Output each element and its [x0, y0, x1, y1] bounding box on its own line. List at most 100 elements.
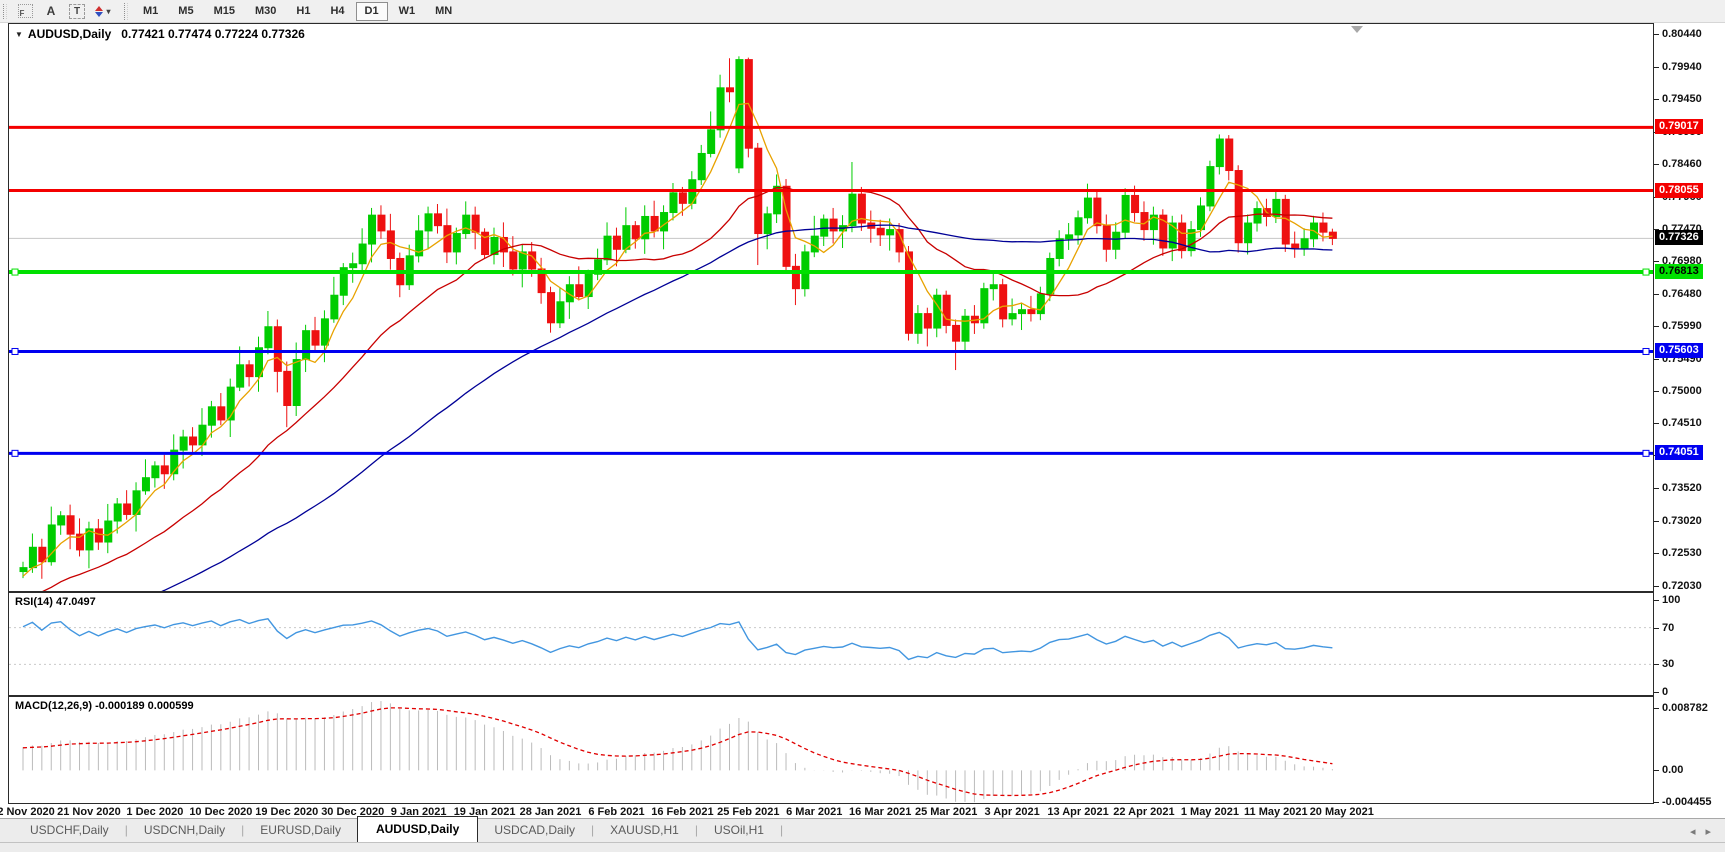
- timeframe-button-m30[interactable]: M30: [246, 2, 285, 21]
- rsi-tick-label: 70: [1662, 621, 1674, 635]
- price-tick-label: 0.78460: [1662, 157, 1702, 171]
- timeframe-button-m1[interactable]: M1: [134, 2, 167, 21]
- axis-tick: [1654, 294, 1659, 295]
- axis-tick: [1654, 391, 1659, 392]
- rsi-tick-label: 30: [1662, 657, 1674, 671]
- date-label: 6 Mar 2021: [786, 806, 842, 818]
- text-label-icon: A: [47, 4, 56, 18]
- price-chart-canvas[interactable]: [9, 24, 1653, 591]
- price-tick-label: 0.79450: [1662, 92, 1702, 106]
- timeframe-button-group: M1M5M15M30H1H4D1W1MN: [133, 2, 462, 21]
- macd-indicator-panel[interactable]: MACD(12,26,9) -0.000189 0.000599: [8, 696, 1654, 804]
- level-price-badge: 0.76813: [1655, 264, 1703, 279]
- axis-tick: [1654, 326, 1659, 327]
- timeframe-button-h1[interactable]: H1: [287, 2, 319, 21]
- chart-grid-button[interactable]: F: [13, 2, 37, 21]
- rsi-indicator-panel[interactable]: RSI(14) 47.0497: [8, 592, 1654, 696]
- timeframe-button-mn[interactable]: MN: [426, 2, 461, 21]
- text-box-button[interactable]: T: [65, 2, 89, 21]
- date-label: 28 Jan 2021: [520, 806, 582, 818]
- price-tick-label: 0.79940: [1662, 60, 1702, 74]
- axis-tick: [1654, 521, 1659, 522]
- date-label: 12 Nov 2020: [0, 806, 55, 818]
- tab-xauusd-h1[interactable]: XAUUSD,H1: [594, 819, 695, 842]
- axis-tick: [1654, 261, 1659, 262]
- level-price-badge: 0.79017: [1655, 119, 1703, 134]
- status-bar: [0, 842, 1725, 852]
- chart-tabs: USDCHF,Daily|USDCNH,Daily|EURUSD,DailyAU…: [14, 818, 783, 842]
- level-price-badge: 0.78055: [1655, 183, 1703, 198]
- arrow-styles-button[interactable]: ▾: [91, 2, 115, 21]
- arrow-styles-icon: [95, 6, 103, 17]
- axis-tick: [1654, 600, 1659, 601]
- rsi-chart-canvas[interactable]: [9, 593, 1653, 695]
- date-label: 10 Dec 2020: [189, 806, 252, 818]
- macd-tick-label: 0.00: [1662, 763, 1683, 777]
- date-label: 21 Nov 2020: [57, 806, 121, 818]
- axis-tick: [1654, 708, 1659, 709]
- current-price-badge: 0.77326: [1655, 230, 1703, 245]
- timeframe-toolbar-grip[interactable]: [124, 3, 128, 20]
- timeframe-button-w1[interactable]: W1: [390, 2, 425, 21]
- tab-scroll-right-icon[interactable]: ▸: [1705, 825, 1711, 838]
- price-tick-label: 0.75990: [1662, 319, 1702, 333]
- axis-tick: [1654, 67, 1659, 68]
- tab-eurusd-daily[interactable]: EURUSD,Daily: [244, 819, 357, 842]
- tab-usdchf-daily[interactable]: USDCHF,Daily: [14, 819, 125, 842]
- timeframe-button-m15[interactable]: M15: [205, 2, 244, 21]
- tab-separator: |: [780, 823, 783, 842]
- date-label: 1 May 2021: [1181, 806, 1239, 818]
- axis-tick: [1654, 553, 1659, 554]
- price-tick-label: 0.73020: [1662, 514, 1702, 528]
- axis-tick: [1654, 488, 1659, 489]
- tab-scroll-arrows: ◂ ▸: [1690, 825, 1725, 842]
- rsi-tick-label: 100: [1662, 593, 1680, 607]
- date-label: 6 Feb 2021: [588, 806, 644, 818]
- timeframe-button-h4[interactable]: H4: [321, 2, 353, 21]
- timeframe-button-d1[interactable]: D1: [356, 2, 388, 21]
- date-label: 3 Apr 2021: [984, 806, 1039, 818]
- macd-tick-label: 0.008782: [1662, 701, 1708, 715]
- toolbar-drag-grip[interactable]: [3, 4, 7, 19]
- axis-tick: [1654, 664, 1659, 665]
- date-label: 16 Mar 2021: [849, 806, 911, 818]
- axis-tick: [1654, 692, 1659, 693]
- price-chart-panel[interactable]: ▼AUDUSD,Daily0.77421 0.77474 0.77224 0.7…: [8, 23, 1654, 592]
- tab-audusd-daily[interactable]: AUDUSD,Daily: [357, 816, 478, 842]
- text-box-icon: T: [69, 4, 85, 19]
- date-label: 25 Mar 2021: [915, 806, 977, 818]
- timeframe-button-m5[interactable]: M5: [169, 2, 202, 21]
- axis-tick: [1654, 628, 1659, 629]
- tab-usoil-h1[interactable]: USOil,H1: [698, 819, 780, 842]
- date-label: 13 Apr 2021: [1047, 806, 1108, 818]
- date-label: 20 May 2021: [1310, 806, 1374, 818]
- axis-tick: [1654, 423, 1659, 424]
- price-tick-label: 0.80440: [1662, 27, 1702, 41]
- axis-tick: [1654, 359, 1659, 360]
- date-label: 19 Dec 2020: [255, 806, 318, 818]
- rsi-tick-label: 0: [1662, 685, 1668, 699]
- price-tick-label: 0.76480: [1662, 287, 1702, 301]
- text-label-button[interactable]: A: [39, 2, 63, 21]
- tab-usdcnh-daily[interactable]: USDCNH,Daily: [128, 819, 241, 842]
- chart-shift-marker[interactable]: [1351, 26, 1363, 33]
- price-tick-label: 0.74510: [1662, 416, 1702, 430]
- tab-scroll-left-icon[interactable]: ◂: [1690, 825, 1696, 838]
- axis-tick: [1654, 586, 1659, 587]
- tab-usdcad-daily[interactable]: USDCAD,Daily: [478, 819, 591, 842]
- date-label: 16 Feb 2021: [651, 806, 713, 818]
- date-label: 1 Dec 2020: [126, 806, 183, 818]
- axis-tick: [1654, 34, 1659, 35]
- date-label: 25 Feb 2021: [717, 806, 779, 818]
- level-price-badge: 0.74051: [1655, 445, 1703, 460]
- price-tick-label: 0.72530: [1662, 546, 1702, 560]
- chart-window: ▼AUDUSD,Daily0.77421 0.77474 0.77224 0.7…: [0, 23, 1725, 818]
- date-label: 11 May 2021: [1244, 806, 1308, 818]
- price-tick-label: 0.72030: [1662, 579, 1702, 593]
- macd-chart-canvas[interactable]: [9, 697, 1653, 803]
- chevron-down-icon: ▾: [106, 7, 110, 16]
- level-price-badge: 0.75603: [1655, 343, 1703, 358]
- axis-tick: [1654, 770, 1659, 771]
- macd-tick-label: -0.004455: [1662, 795, 1712, 809]
- top-toolbar: F A T ▾ M1M5M15M30H1H4D1W1MN: [0, 0, 1725, 23]
